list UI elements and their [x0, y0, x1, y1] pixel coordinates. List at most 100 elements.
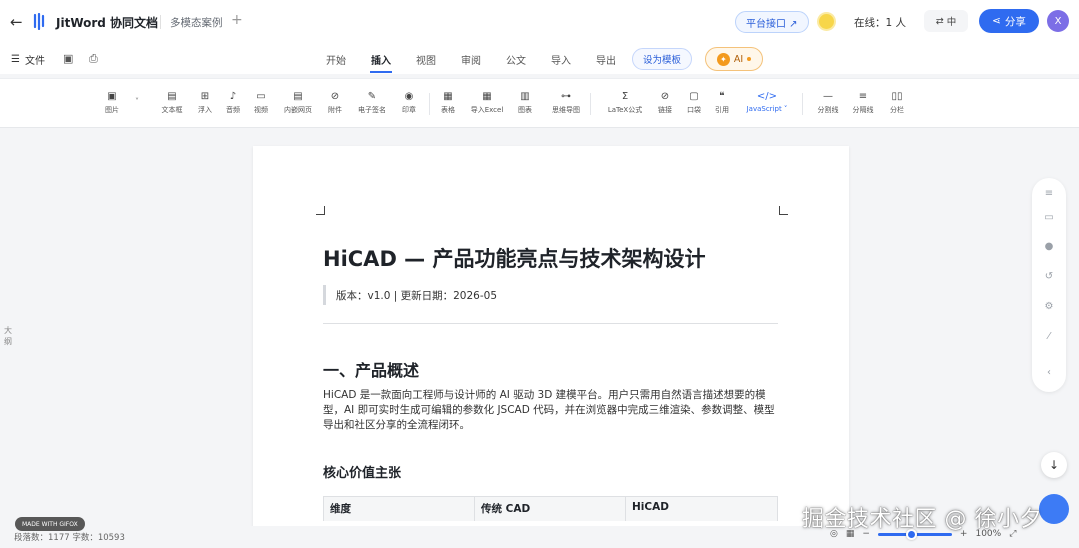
pocket-icon: ▢ [689, 91, 699, 102]
ai-status-dot [747, 57, 752, 61]
tool-label: 链接 [658, 106, 672, 114]
arrow-down-icon: ↓ [1048, 458, 1060, 472]
document-page[interactable]: HiCAD — 产品功能亮点与技术架构设计 版本：v1.0 | 更新日期：202… [253, 146, 849, 548]
menu-row: ☰ 文件 ▣ ⎙ 开始 插入 视图 审阅 公文 导入 导出 设为模板 ✦ AI [0, 44, 1079, 74]
section-heading[interactable]: 一、产品概述 [323, 357, 419, 381]
add-tab-button[interactable]: + [231, 12, 243, 28]
divider-icon: — [823, 91, 833, 102]
table-header-cell[interactable]: HiCAD [626, 497, 777, 521]
print-icon[interactable]: ⎙ [89, 52, 98, 66]
insert-seal-button[interactable]: ◉ 印章 [394, 90, 424, 115]
insert-latex-button[interactable]: Σ LaTeX公式 [608, 90, 642, 115]
gifox-badge: MADE WITH GIFOX [15, 517, 85, 531]
platform-api-button[interactable]: 平台接口 ↗ [735, 11, 809, 33]
tab-import[interactable]: 导入 [551, 52, 571, 67]
tab-export[interactable]: 导出 [596, 52, 616, 67]
excel-icon: ▦ [482, 91, 492, 102]
tab-review[interactable]: 审阅 [461, 52, 481, 67]
table-header-cell[interactable]: 维度 [324, 497, 475, 521]
subsection-heading[interactable]: 核心价值主张 [323, 462, 401, 481]
insert-pocket-button[interactable]: ▢ 口袋 [679, 90, 709, 115]
insert-signature-button[interactable]: ✎ 电子签名 [357, 90, 387, 115]
paragraph[interactable]: HiCAD 是一款面向工程师与设计师的 AI 驱动 3D 建模平台。用户只需用自… [323, 388, 783, 433]
list-icon[interactable]: ≡ [1032, 188, 1066, 199]
chart-icon: ▥ [520, 91, 530, 102]
insert-chart-button[interactable]: ▥ 图表 [510, 90, 540, 115]
tool-label: 图片 [105, 106, 119, 114]
textbox-icon: ▤ [167, 91, 177, 102]
insert-divider-button[interactable]: — 分割线 [813, 90, 843, 115]
collapse-icon[interactable]: ‹ [1032, 367, 1066, 378]
tool-label: 视频 [254, 106, 268, 114]
version-quote[interactable]: 版本：v1.0 | 更新日期：2026-05 [323, 285, 497, 305]
seal-icon: ◉ [404, 91, 414, 102]
theme-sun-icon[interactable] [819, 14, 834, 29]
scroll-down-button[interactable]: ↓ [1041, 452, 1067, 478]
insert-image-button[interactable]: ▣ 图片 [97, 90, 127, 115]
video-icon: ▭ [256, 91, 266, 102]
insert-audio-button[interactable]: ♪ 音频 [218, 90, 248, 115]
doc-tab[interactable]: 多模态案例 [170, 15, 223, 30]
insert-ribbon: ▣ 图片 ˅ ▤ 文本框 ⊞ 浮入 ♪ 音频 ▭ 视频 ▤ 内嵌网页 ⊘ 附件 ✎ 电子签名 ◉… [0, 78, 1079, 128]
audio-icon: ♪ [229, 91, 237, 102]
hamburger-icon: ☰ [11, 54, 20, 65]
insert-textbox-button[interactable]: ▤ 文本框 [157, 90, 187, 115]
magic-wand-icon[interactable]: ⁄ [1032, 331, 1066, 342]
insert-table-button[interactable]: ▦ 表格 [433, 90, 463, 115]
insert-float-button[interactable]: ⊞ 浮入 [190, 90, 220, 115]
formula-icon: Σ [621, 91, 629, 102]
tool-label: 图表 [518, 106, 532, 114]
outline-toggle[interactable]: 大纲 [4, 325, 14, 347]
import-excel-button[interactable]: ▦ 导入Excel [471, 90, 504, 115]
chevron-down-icon[interactable]: ˅ [135, 97, 139, 106]
language-button[interactable]: ⇄ 中 [924, 10, 968, 32]
table-header-row: 维度 传统 CAD HiCAD [324, 497, 777, 521]
platform-api-label: 平台接口 ↗ [746, 18, 798, 30]
ribbon-divider [429, 93, 430, 115]
tab-view[interactable]: 视图 [416, 52, 436, 67]
active-tab-indicator [370, 71, 392, 73]
share-label: 分享 [1004, 15, 1026, 28]
tab-official[interactable]: 公文 [506, 52, 526, 67]
share-button[interactable]: ⋖ 分享 [979, 9, 1039, 33]
insert-mindmap-button[interactable]: ⊶ 思维导图 [551, 90, 581, 115]
insert-attachment-button[interactable]: ⊘ 附件 [320, 90, 350, 115]
document-title[interactable]: HiCAD — 产品功能亮点与技术架构设计 [323, 243, 706, 273]
tool-label: 内嵌网页 [284, 106, 312, 114]
app-logo-icon [33, 13, 45, 30]
attachment-icon: ⊘ [330, 91, 340, 102]
save-icon[interactable]: ▣ [63, 52, 73, 65]
circle-icon[interactable]: ● [1032, 241, 1066, 252]
gear-icon[interactable]: ⚙ [1032, 301, 1066, 312]
tab-start[interactable]: 开始 [326, 52, 346, 67]
insert-link-button[interactable]: ⊘ 链接 [650, 90, 680, 115]
history-icon[interactable]: ↺ [1032, 271, 1066, 282]
insert-columns-button[interactable]: ▯▯ 分栏 [882, 90, 912, 115]
pen-icon: ✎ [367, 91, 377, 102]
ai-assistant-button[interactable] [1039, 494, 1069, 524]
horizontal-rule [323, 323, 778, 324]
tab-insert[interactable]: 插入 [371, 52, 391, 67]
avatar[interactable]: X [1047, 10, 1069, 32]
file-menu-button[interactable]: ☰ 文件 [11, 52, 45, 67]
insert-video-button[interactable]: ▭ 视频 [246, 90, 276, 115]
table-header-cell[interactable]: 传统 CAD [475, 497, 626, 521]
columns-icon: ▯▯ [891, 91, 903, 102]
tool-label: JavaScript ˅ [746, 105, 788, 113]
insert-quote-button[interactable]: ❝ 引用 [707, 90, 737, 115]
back-arrow-icon[interactable]: ← [10, 13, 23, 31]
set-template-button[interactable]: 设为模板 [632, 48, 692, 70]
comment-icon[interactable]: ▭ [1032, 212, 1066, 223]
code-icon: </> [756, 91, 778, 102]
comparison-table[interactable]: 维度 传统 CAD HiCAD [323, 496, 778, 521]
insert-separator-button[interactable]: ≡ 分隔线 [848, 90, 878, 115]
ai-button[interactable]: ✦ AI [705, 47, 763, 71]
ai-icon: ✦ [716, 52, 730, 66]
watermark: 掘金技术社区 @ 徐小夕 [802, 507, 1042, 532]
insert-webpage-button[interactable]: ▤ 内嵌网页 [283, 90, 313, 115]
tool-label: 口袋 [687, 106, 701, 114]
file-menu-label: 文件 [24, 56, 45, 67]
insert-javascript-button[interactable]: </> JavaScript ˅ [747, 90, 788, 113]
ribbon-divider [802, 93, 803, 115]
tool-label: 思维导图 [552, 106, 580, 114]
